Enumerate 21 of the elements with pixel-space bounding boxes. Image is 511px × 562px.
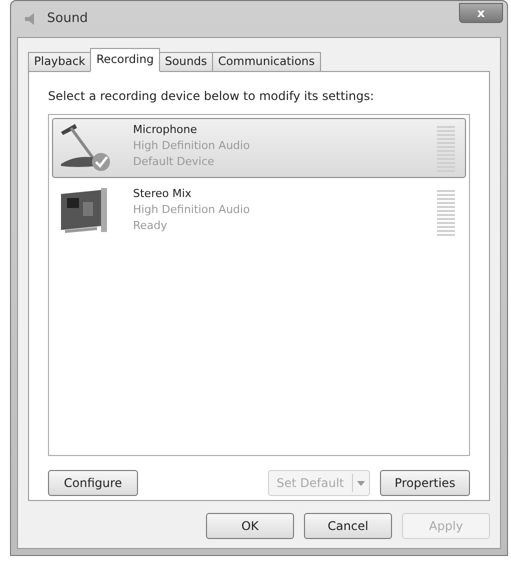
properties-button[interactable]: Properties (380, 470, 470, 496)
instruction-text: Select a recording device below to modify its settings: (48, 88, 376, 105)
window-title: Sound (47, 10, 88, 28)
tab[interactable]: Playback (28, 52, 92, 72)
device-status: Ready (133, 218, 168, 234)
tab[interactable]: Communications (212, 52, 321, 72)
device-status: Default Device (133, 154, 216, 170)
level-meter (437, 126, 455, 172)
dialog-button[interactable]: Cancel (304, 513, 392, 539)
dialog-button[interactable]: OK (206, 513, 294, 539)
device-driver: High Definition Audio (133, 138, 250, 154)
device-name: Microphone (133, 122, 198, 138)
device-name: Stereo Mix (133, 186, 192, 202)
configure-button[interactable]: Configure (48, 470, 138, 496)
tab[interactable]: Recording (90, 48, 160, 72)
tab[interactable]: Sounds (158, 52, 214, 72)
device-item[interactable]: Stereo Mix High Definition Audio Ready (52, 182, 466, 242)
device-item[interactable]: Microphone High Definition Audio Default Device (52, 118, 466, 178)
caret-icon (357, 480, 365, 486)
device-driver: High Definition Audio (133, 202, 250, 218)
level-meter (437, 190, 455, 236)
